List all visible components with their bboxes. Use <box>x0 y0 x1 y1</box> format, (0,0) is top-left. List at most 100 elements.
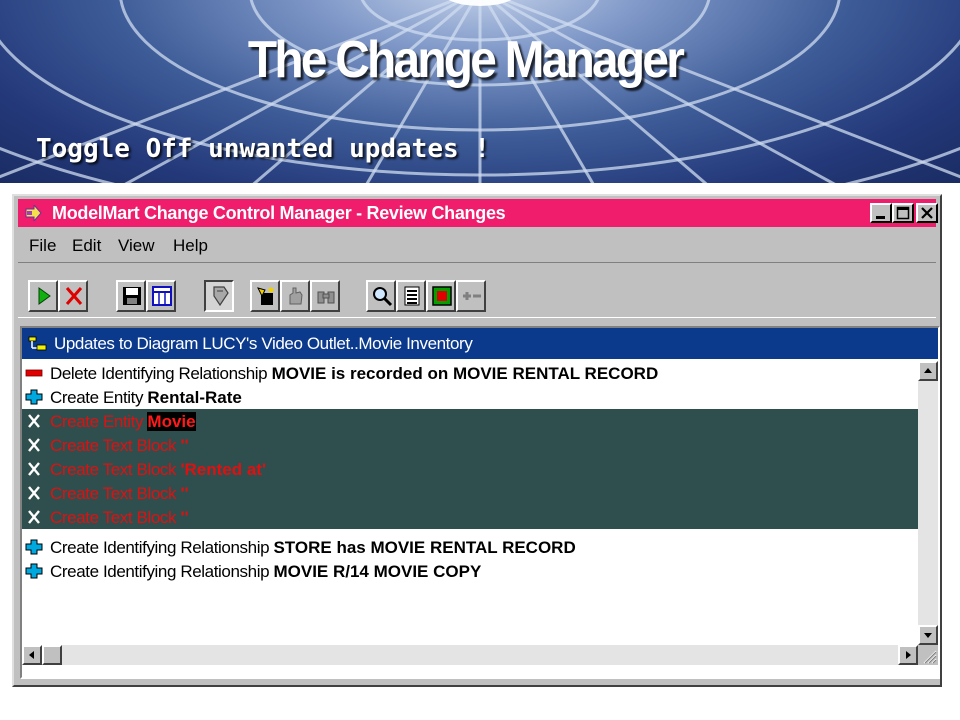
change-object: Movie <box>147 412 196 431</box>
change-text: Create Identifying Relationship MOVIE R/… <box>50 562 481 582</box>
close-icon <box>921 207 933 219</box>
change-row-toggled-off[interactable]: Create Text Block '' <box>22 505 918 529</box>
plus-minus-icon <box>463 292 481 300</box>
scroll-right-button[interactable] <box>898 645 918 665</box>
pane-header-text: Updates to Diagram LUCY's Video Outlet..… <box>54 334 473 353</box>
size-grip[interactable] <box>918 645 938 665</box>
menu-edit[interactable]: Edit <box>72 236 101 256</box>
toggle-off-x-icon <box>28 438 40 452</box>
change-object: MOVIE R/14 MOVIE COPY <box>273 562 482 581</box>
plus-icon <box>25 539 43 555</box>
maximize-button[interactable] <box>892 203 914 223</box>
change-text: Create Entity Rental-Rate <box>50 388 242 408</box>
change-row-toggled-off[interactable]: Create Entity Movie <box>22 409 918 433</box>
plus-icon <box>25 563 43 579</box>
plus-icon <box>25 389 43 405</box>
toggle-off-x-icon <box>28 486 40 500</box>
toggle-off-x-icon <box>28 414 40 428</box>
select-all-button[interactable] <box>250 280 280 312</box>
arrow-right-icon <box>906 651 911 659</box>
tree-icon <box>28 336 47 351</box>
change-action: Create Identifying Relationship <box>50 538 270 557</box>
search-button[interactable] <box>366 280 396 312</box>
change-action: Create Text Block <box>50 484 177 503</box>
change-row-toggled-off[interactable]: Create Text Block '' <box>22 481 918 505</box>
app-icon <box>25 205 42 221</box>
horizontal-scrollbar[interactable] <box>22 645 918 665</box>
scroll-down-button[interactable] <box>918 625 938 645</box>
change-text: Delete Identifying Relationship MOVIE is… <box>50 364 658 384</box>
change-row-toggled-off[interactable]: Create Text Block 'Rented at' <box>22 457 918 481</box>
scroll-up-button[interactable] <box>918 361 938 381</box>
horizontal-scroll-thumb[interactable] <box>42 645 62 665</box>
play-icon <box>38 287 51 305</box>
change-row[interactable]: Delete Identifying Relationship MOVIE is… <box>22 361 918 385</box>
toolbar <box>18 262 936 318</box>
pane-header: Updates to Diagram LUCY's Video Outlet..… <box>22 328 938 359</box>
size-grip-icon <box>923 650 937 664</box>
change-row[interactable]: Create Identifying Relationship STORE ha… <box>22 535 918 559</box>
window-titlebar[interactable]: ModelMart Change Control Manager - Revie… <box>18 199 938 227</box>
changes-pane: Updates to Diagram LUCY's Video Outlet..… <box>20 326 940 679</box>
menu-view[interactable]: View <box>118 236 155 256</box>
change-object: Rental-Rate <box>147 388 242 407</box>
entity-button[interactable] <box>426 280 456 312</box>
menu-help[interactable]: Help <box>173 236 208 256</box>
change-object: MOVIE is recorded on MOVIE RENTAL RECORD <box>271 364 659 383</box>
change-object: STORE has MOVIE RENTAL RECORD <box>273 538 576 557</box>
toggle-icon <box>213 286 229 307</box>
change-object: '' <box>180 484 189 503</box>
change-action: Create Text Block <box>50 508 177 527</box>
find-button[interactable] <box>310 280 340 312</box>
grid-button[interactable] <box>146 280 176 312</box>
change-object: 'Rented at' <box>180 460 266 479</box>
change-row[interactable]: Create Identifying Relationship MOVIE R/… <box>22 559 918 583</box>
lines-icon <box>404 286 420 306</box>
toggle-button[interactable] <box>204 280 234 312</box>
hand-gray-icon <box>289 287 303 305</box>
change-row-toggled-off[interactable]: Create Text Block '' <box>22 433 918 457</box>
menu-bar: File Edit View Help <box>18 232 936 258</box>
menu-file[interactable]: File <box>29 236 56 256</box>
toggle-off-x-icon <box>28 462 40 476</box>
hand-select-icon <box>257 287 274 305</box>
change-action: Create Entity <box>50 412 144 431</box>
change-manager-window: ModelMart Change Control Manager - Revie… <box>12 194 942 687</box>
cancel-button[interactable] <box>58 280 88 312</box>
scroll-left-button[interactable] <box>22 645 42 665</box>
expand-collapse-button[interactable] <box>456 280 486 312</box>
slide-banner: The Change Manager Toggle Off unwanted u… <box>0 0 960 183</box>
change-action: Delete Identifying Relationship <box>50 364 268 383</box>
list-button[interactable] <box>396 280 426 312</box>
minimize-button[interactable] <box>870 203 892 223</box>
change-text: Create Text Block '' <box>50 484 189 504</box>
change-action: Create Text Block <box>50 436 177 455</box>
arrow-down-icon <box>924 633 932 638</box>
window-title: ModelMart Change Control Manager - Revie… <box>52 203 506 223</box>
change-object: '' <box>180 508 189 527</box>
arrow-up-icon <box>924 368 932 373</box>
change-text: Create Text Block '' <box>50 508 189 528</box>
change-action: Create Text Block <box>50 460 177 479</box>
change-object: '' <box>180 436 189 455</box>
minimize-icon <box>876 216 885 219</box>
maximize-icon <box>896 206 910 220</box>
slide-subtitle: Toggle Off unwanted updates ! <box>36 134 490 164</box>
arrow-left-icon <box>29 651 34 659</box>
save-icon <box>123 287 141 305</box>
change-text: Create Identifying Relationship STORE ha… <box>50 538 576 558</box>
binoculars-icon <box>317 291 335 304</box>
run-button[interactable] <box>28 280 58 312</box>
change-text: Create Text Block '' <box>50 436 189 456</box>
filter-button[interactable] <box>280 280 310 312</box>
green-box-icon <box>432 286 452 306</box>
vertical-scrollbar[interactable] <box>918 361 938 645</box>
save-button[interactable] <box>116 280 146 312</box>
change-action: Create Entity <box>50 388 144 407</box>
red-x-icon <box>65 287 83 305</box>
close-button[interactable] <box>916 203 938 223</box>
toggle-off-x-icon <box>28 510 40 524</box>
slide-title: The Change Manager <box>247 31 685 89</box>
grid-icon <box>152 286 172 306</box>
change-row[interactable]: Create Entity Rental-Rate <box>22 385 918 409</box>
